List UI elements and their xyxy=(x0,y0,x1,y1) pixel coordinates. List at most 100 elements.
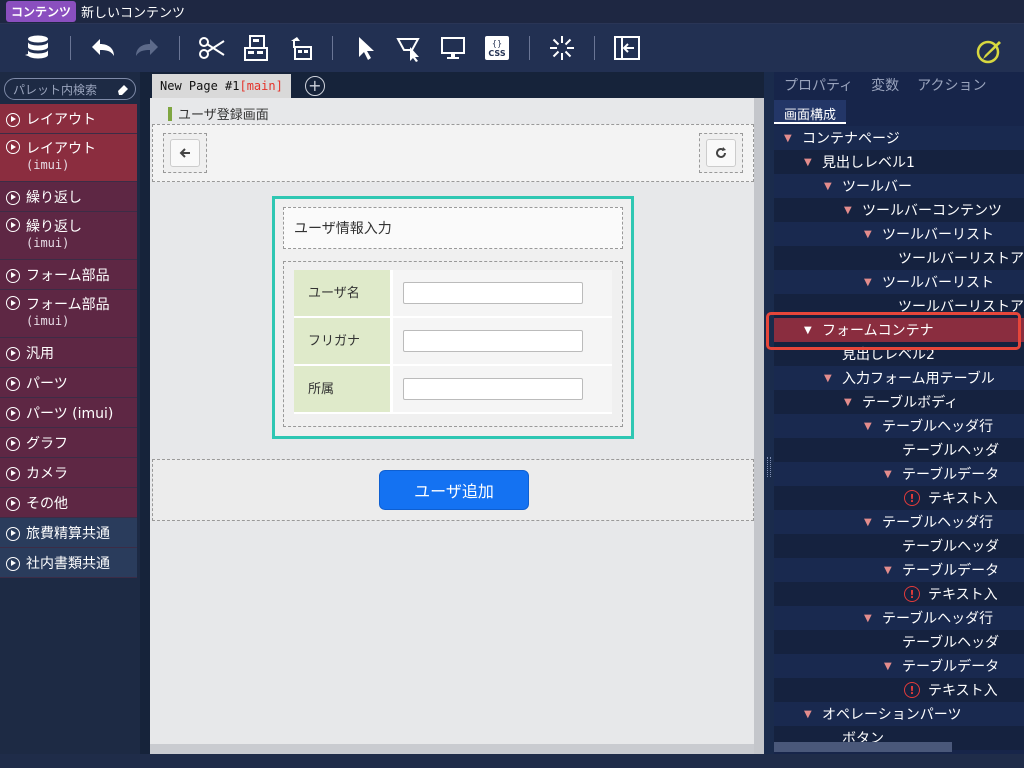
tree-node[interactable]: テーブルヘッダ xyxy=(774,534,1024,558)
expand-triangle-icon[interactable]: ▼ xyxy=(864,277,874,288)
expand-triangle-icon[interactable]: ▼ xyxy=(884,661,894,672)
form-container[interactable]: ユーザ情報入力 ユーザ名 フリガナ 所属 xyxy=(272,196,634,439)
right-tab[interactable]: プロパティ xyxy=(784,75,853,95)
expand-triangle-icon[interactable]: ▼ xyxy=(864,517,874,528)
expand-triangle-icon[interactable]: ▼ xyxy=(804,157,814,168)
tree-horizontal-scrollbar[interactable] xyxy=(774,742,952,752)
operation-parts-container[interactable]: ユーザ追加 xyxy=(152,459,754,521)
tree-node[interactable]: ! テキスト入 xyxy=(774,582,1024,606)
eraser-icon[interactable] xyxy=(115,81,131,97)
expand-triangle-icon[interactable]: ▼ xyxy=(844,205,854,216)
palette-item[interactable]: 旅費精算共通 xyxy=(0,518,137,548)
tree-node-label: ツールバーリスト xyxy=(882,227,994,243)
palette-item-text: フォーム部品 (imui) xyxy=(26,294,110,328)
palette-search-input[interactable]: パレット内検索 xyxy=(4,78,136,100)
right-tab[interactable]: 変数 xyxy=(871,75,899,95)
copy-icon[interactable] xyxy=(236,28,276,68)
toolbar-separator xyxy=(332,36,333,60)
database-icon[interactable] xyxy=(18,28,58,68)
tree-node[interactable]: ▼ ツールバーリスト xyxy=(774,222,1024,246)
palette-item[interactable]: 繰り返し xyxy=(0,182,137,212)
canvas-vertical-scrollbar[interactable] xyxy=(754,98,764,754)
palette-item[interactable]: フォーム部品 (imui) xyxy=(0,290,137,338)
expand-triangle-icon[interactable]: ▼ xyxy=(784,133,794,144)
tree-node[interactable]: ▼ テーブルデータ xyxy=(774,462,1024,486)
tree-node[interactable]: ツールバーリストア xyxy=(774,294,1024,318)
select-area-icon[interactable] xyxy=(389,28,429,68)
tree-node[interactable]: ▼ テーブルヘッダ行 xyxy=(774,606,1024,630)
palette-list: レイアウト レイアウト (imui) 繰り返し 繰り返し (imui) フォーム部品フォーム… xyxy=(0,104,140,578)
tree-node[interactable]: ! テキスト入 xyxy=(774,678,1024,702)
expand-triangle-icon[interactable]: ▼ xyxy=(864,229,874,240)
text-input[interactable] xyxy=(403,282,583,304)
palette-item[interactable]: カメラ xyxy=(0,458,137,488)
tree-node[interactable]: ▼ 入力フォーム用テーブル xyxy=(774,366,1024,390)
palette-item[interactable]: 汎用 xyxy=(0,338,137,368)
back-button[interactable] xyxy=(163,133,207,173)
effect-icon[interactable] xyxy=(542,28,582,68)
tree-node[interactable]: ▼ テーブルデータ xyxy=(774,558,1024,582)
palette-item[interactable]: 社内書類共通 xyxy=(0,548,137,578)
header-container[interactable] xyxy=(152,124,754,182)
splitter-grip-icon[interactable] xyxy=(767,457,771,477)
tree-node[interactable]: テーブルヘッダ xyxy=(774,438,1024,462)
add-tab-button[interactable]: + xyxy=(304,76,325,96)
palette-item[interactable]: パーツ xyxy=(0,368,137,398)
expand-triangle-icon[interactable]: ▼ xyxy=(824,373,834,384)
paste-icon[interactable] xyxy=(280,28,320,68)
add-user-button[interactable]: ユーザ追加 xyxy=(379,470,529,510)
text-input[interactable] xyxy=(403,330,583,352)
undo-icon[interactable] xyxy=(83,28,123,68)
expand-triangle-icon[interactable]: ▼ xyxy=(844,397,854,408)
palette-item[interactable]: 繰り返し (imui) xyxy=(0,212,137,260)
tree-node[interactable]: ▼ テーブルヘッダ行 xyxy=(774,414,1024,438)
tree-node[interactable]: ▼ フォームコンテナ xyxy=(774,318,1024,342)
palette-item[interactable]: フォーム部品 xyxy=(0,260,137,290)
palette-item[interactable]: その他 xyxy=(0,488,137,518)
tree-node-label: テーブルヘッダ xyxy=(902,635,1000,651)
tab-screen-structure[interactable]: 画面構成 xyxy=(774,100,847,124)
canvas-horizontal-scrollbar[interactable] xyxy=(150,744,754,754)
expand-triangle-icon[interactable]: ▼ xyxy=(884,469,894,480)
text-input[interactable] xyxy=(403,378,583,400)
preview-icon[interactable] xyxy=(433,28,473,68)
expand-triangle-icon[interactable]: ▼ xyxy=(824,181,834,192)
tree-node[interactable]: ▼ テーブルボディ xyxy=(774,390,1024,414)
palette-item[interactable]: レイアウト (imui) xyxy=(0,134,137,182)
cut-icon[interactable] xyxy=(192,28,232,68)
insert-panel-icon[interactable] xyxy=(607,28,647,68)
play-circle-icon xyxy=(6,466,20,481)
palette-item[interactable]: レイアウト xyxy=(0,104,137,134)
tree-node-label: テーブルヘッダ行 xyxy=(882,515,994,531)
expand-triangle-icon[interactable]: ▼ xyxy=(884,565,894,576)
panel-splitter[interactable] xyxy=(764,72,774,754)
tree-node[interactable]: 見出しレベル2 xyxy=(774,342,1024,366)
right-tab[interactable]: アクション xyxy=(917,75,986,95)
expand-triangle-icon[interactable]: ▼ xyxy=(804,325,814,336)
expand-triangle-icon[interactable]: ▼ xyxy=(864,421,874,432)
tree-node[interactable]: ▼ ツールバー xyxy=(774,174,1024,198)
tree-node[interactable]: ▼ テーブルデータ xyxy=(774,654,1024,678)
tree-node[interactable]: ▼ オペレーションパーツ xyxy=(774,702,1024,726)
expand-triangle-icon[interactable]: ▼ xyxy=(804,709,814,720)
tree-node[interactable]: ▼ テーブルヘッダ行 xyxy=(774,510,1024,534)
tree-node[interactable]: ▼ コンテナページ xyxy=(774,126,1024,150)
design-canvas[interactable]: ユーザ登録画面 ユーザ情報入力 ユーザ名 フリガナ 所属 ユーザ追加 xyxy=(150,98,764,754)
cursor-icon[interactable] xyxy=(345,28,385,68)
tree-node[interactable]: ツールバーリストア xyxy=(774,246,1024,270)
tree-node-label: 入力フォーム用テーブル xyxy=(842,371,995,387)
edit-icon[interactable] xyxy=(970,30,1010,70)
refresh-button[interactable] xyxy=(699,133,743,173)
palette-item-label: パーツ (imui) xyxy=(26,405,114,422)
tree-node[interactable]: ▼ ツールバーリスト xyxy=(774,270,1024,294)
expand-triangle-icon[interactable]: ▼ xyxy=(864,613,874,624)
tree-node[interactable]: ▼ ツールバーコンテンツ xyxy=(774,198,1024,222)
tree-node[interactable]: ▼ 見出しレベル1 xyxy=(774,150,1024,174)
palette-item[interactable]: グラフ xyxy=(0,428,137,458)
redo-icon[interactable] xyxy=(127,28,167,68)
css-icon[interactable]: {} CSS xyxy=(477,28,517,68)
tree-node[interactable]: ! テキスト入 xyxy=(774,486,1024,510)
tab-new-page[interactable]: New Page #1 [main] xyxy=(152,74,291,98)
tree-node[interactable]: テーブルヘッダ xyxy=(774,630,1024,654)
palette-item[interactable]: パーツ (imui) xyxy=(0,398,137,428)
